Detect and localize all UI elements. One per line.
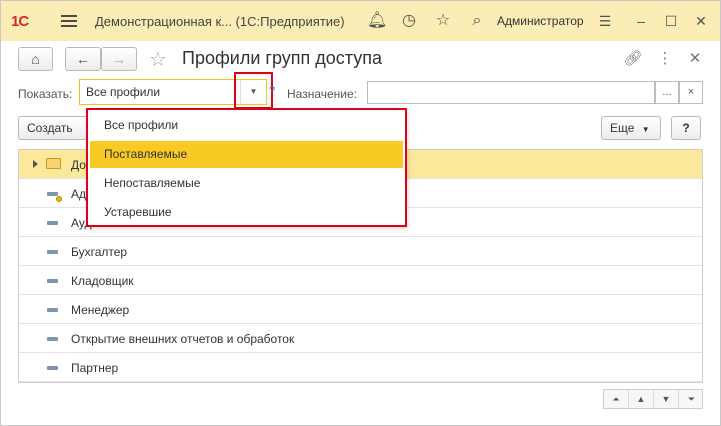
- scroll-to-top-icon[interactable]: ⏶: [604, 390, 629, 408]
- chevron-down-icon: ▼: [641, 125, 650, 134]
- marked-dot-icon: [56, 196, 62, 202]
- profile-icon: [47, 279, 58, 283]
- home-icon: ⌂: [31, 51, 40, 67]
- purpose-input[interactable]: [367, 81, 655, 104]
- more-button-label: Еще: [610, 121, 635, 135]
- back-button[interactable]: ←: [65, 47, 101, 71]
- minimize-icon[interactable]: –: [631, 11, 651, 31]
- favorites-star-icon[interactable]: ☆: [433, 11, 453, 31]
- main-menu-icon[interactable]: [61, 13, 77, 29]
- profile-icon: [47, 221, 58, 225]
- page-title: Профили групп доступа: [182, 48, 382, 68]
- arrow-left-icon: ←: [76, 51, 90, 67]
- add-to-favorites-icon[interactable]: ☆: [149, 47, 167, 72]
- close-window-icon[interactable]: ✕: [691, 11, 711, 31]
- list-navigation: ⏶ ▲ ▼ ⏷: [603, 389, 703, 409]
- application-window: 1С Демонстрационная к... (1С:Предприятие…: [0, 0, 721, 426]
- more-button[interactable]: Еще ▼: [601, 116, 661, 140]
- clear-purpose-button[interactable]: ×: [679, 81, 703, 104]
- table-row[interactable]: Открытие внешних отчетов и обработок: [19, 324, 702, 353]
- search-icon[interactable]: ⌕: [467, 11, 487, 31]
- profile-icon: [47, 250, 58, 254]
- table-row[interactable]: Партнер: [19, 353, 702, 382]
- expand-triangle-icon[interactable]: [33, 160, 38, 168]
- row-label: До: [71, 158, 86, 172]
- show-filter-value: Все профили: [86, 85, 161, 99]
- folder-icon: [46, 158, 61, 169]
- profile-icon: [47, 192, 58, 196]
- help-mark: ?: [269, 85, 276, 97]
- profile-icon: [47, 308, 58, 312]
- bell-icon[interactable]: 🔔︎: [367, 11, 387, 31]
- scroll-down-icon[interactable]: ▼: [654, 390, 679, 408]
- dropdown-option-obsolete[interactable]: Устаревшие: [90, 199, 403, 226]
- row-label: Менеджер: [71, 303, 130, 317]
- table-row[interactable]: Менеджер: [19, 295, 702, 324]
- scroll-up-icon[interactable]: ▲: [629, 390, 654, 408]
- current-user[interactable]: Администратор: [497, 14, 584, 28]
- history-icon[interactable]: ◷: [399, 11, 419, 31]
- row-label: Бухгалтер: [71, 245, 128, 259]
- close-form-icon[interactable]: ✕: [685, 49, 705, 69]
- link-icon[interactable]: 🔗︎: [623, 49, 643, 69]
- title-bar: 1С Демонстрационная к... (1С:Предприятие…: [1, 1, 720, 41]
- scroll-to-bottom-icon[interactable]: ⏷: [679, 390, 704, 408]
- table-row[interactable]: Кладовщик: [19, 266, 702, 295]
- dropdown-option-all[interactable]: Все профили: [90, 112, 403, 139]
- profile-icon: [47, 337, 58, 341]
- app-logo: 1С: [11, 13, 29, 30]
- dropdown-option-supplied[interactable]: Поставляемые: [90, 141, 403, 168]
- table-row[interactable]: Бухгалтер: [19, 237, 702, 266]
- show-label: Показать:: [18, 87, 73, 101]
- row-label: Партнер: [71, 361, 119, 375]
- home-button[interactable]: ⌂: [18, 47, 53, 71]
- arrow-right-icon: →: [112, 51, 126, 67]
- forward-button[interactable]: →: [101, 47, 137, 71]
- profile-icon: [47, 366, 58, 370]
- highlight-frame-dropdown-button: [234, 72, 273, 109]
- create-button-label: Создать: [27, 121, 73, 135]
- create-button[interactable]: Создать: [18, 116, 88, 140]
- help-button[interactable]: ?: [671, 116, 701, 140]
- show-filter-dropdown-list: Все профили Поставляемые Непоставляемые …: [86, 108, 407, 227]
- dropdown-option-not-supplied[interactable]: Непоставляемые: [90, 170, 403, 197]
- settings-icon[interactable]: ☰: [595, 11, 615, 31]
- row-label: Открытие внешних отчетов и обработок: [71, 332, 295, 346]
- maximize-icon[interactable]: ☐: [661, 11, 681, 31]
- row-label: Ад: [71, 187, 87, 201]
- app-title: Демонстрационная к... (1С:Предприятие): [95, 14, 345, 29]
- purpose-label: Назначение:: [287, 87, 358, 101]
- form-menu-icon[interactable]: ⋮: [655, 49, 675, 69]
- select-purpose-button[interactable]: ...: [655, 81, 679, 104]
- row-label: Кладовщик: [71, 274, 134, 288]
